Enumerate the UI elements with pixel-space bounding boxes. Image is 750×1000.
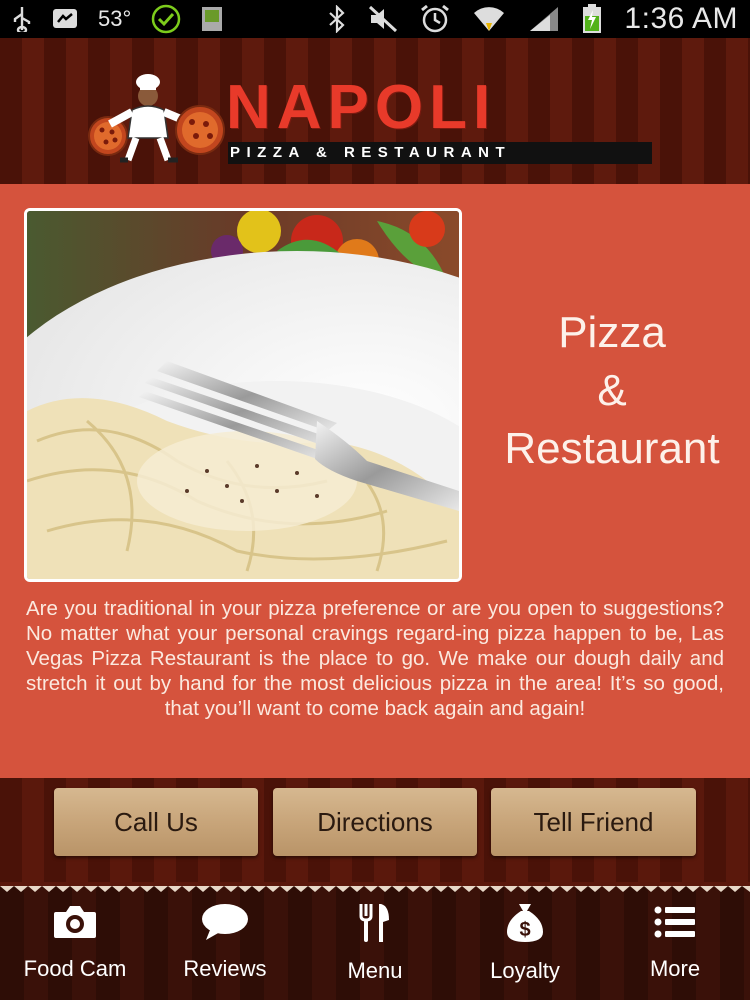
description-text: Are you traditional in your pizza prefer… [26, 597, 724, 720]
nav-item-menu[interactable]: Menu [300, 902, 450, 998]
directions-button[interactable]: Directions [273, 788, 477, 856]
hero-title-line1: Pizza [558, 308, 666, 357]
brand-tagline: PIZZA & RESTAURANT [228, 142, 652, 164]
content-panel: Pizza & Restaurant Are you traditional i… [0, 184, 750, 778]
nav-item-reviews[interactable]: Reviews [150, 902, 300, 998]
usb-icon [12, 6, 32, 32]
pasta-photo [24, 208, 462, 582]
check-circle-icon [151, 4, 181, 34]
svg-text:$: $ [519, 919, 530, 941]
clock-text: 1:36 AM [624, 2, 738, 35]
nav-label: More [649, 956, 701, 981]
action-bar: Call Us Directions Tell Friend [0, 778, 750, 882]
wifi-icon [472, 5, 506, 33]
sim-icon [201, 6, 223, 32]
chef-pizza-icon [88, 74, 225, 163]
nav-item-loyalty[interactable]: $ Loyalty [450, 902, 600, 998]
hero-title-line2: & [597, 366, 627, 415]
tell-friend-button[interactable]: Tell Friend [491, 788, 696, 856]
napoli-logo: NAPOLI PIZZA & RESTAURANT [88, 72, 658, 164]
nav-label: Menu [347, 958, 403, 983]
signal-icon [528, 5, 560, 33]
call-us-button[interactable]: Call Us [54, 788, 258, 856]
bottom-nav: Food Cam Reviews Menu $ Loyalty More [0, 882, 750, 1000]
camera-icon [52, 902, 98, 942]
nav-item-food-cam[interactable]: Food Cam [0, 902, 150, 998]
money-bag-icon: $ [505, 902, 545, 944]
brand-name: NAPOLI [226, 73, 497, 142]
nav-label: Loyalty [490, 958, 560, 983]
messenger-icon [52, 7, 78, 31]
status-bar: 53° 1:36 AM [0, 0, 750, 38]
mute-icon [368, 5, 398, 33]
nav-label: Reviews [183, 956, 267, 981]
header-banner: NAPOLI PIZZA & RESTAURANT [0, 38, 750, 184]
alarm-icon [420, 4, 450, 34]
bluetooth-icon [328, 5, 346, 33]
temperature-text: 53° [98, 6, 132, 31]
nav-item-more[interactable]: More [600, 902, 750, 998]
list-icon [653, 902, 697, 942]
nav-label: Food Cam [23, 956, 127, 981]
zigzag-divider [0, 882, 750, 892]
speech-bubble-icon [200, 902, 250, 942]
fork-knife-icon [357, 902, 393, 944]
battery-icon [582, 4, 602, 34]
hero-title-line3: Restaurant [504, 424, 720, 473]
hero-title: Pizza & Restaurant [474, 304, 750, 478]
